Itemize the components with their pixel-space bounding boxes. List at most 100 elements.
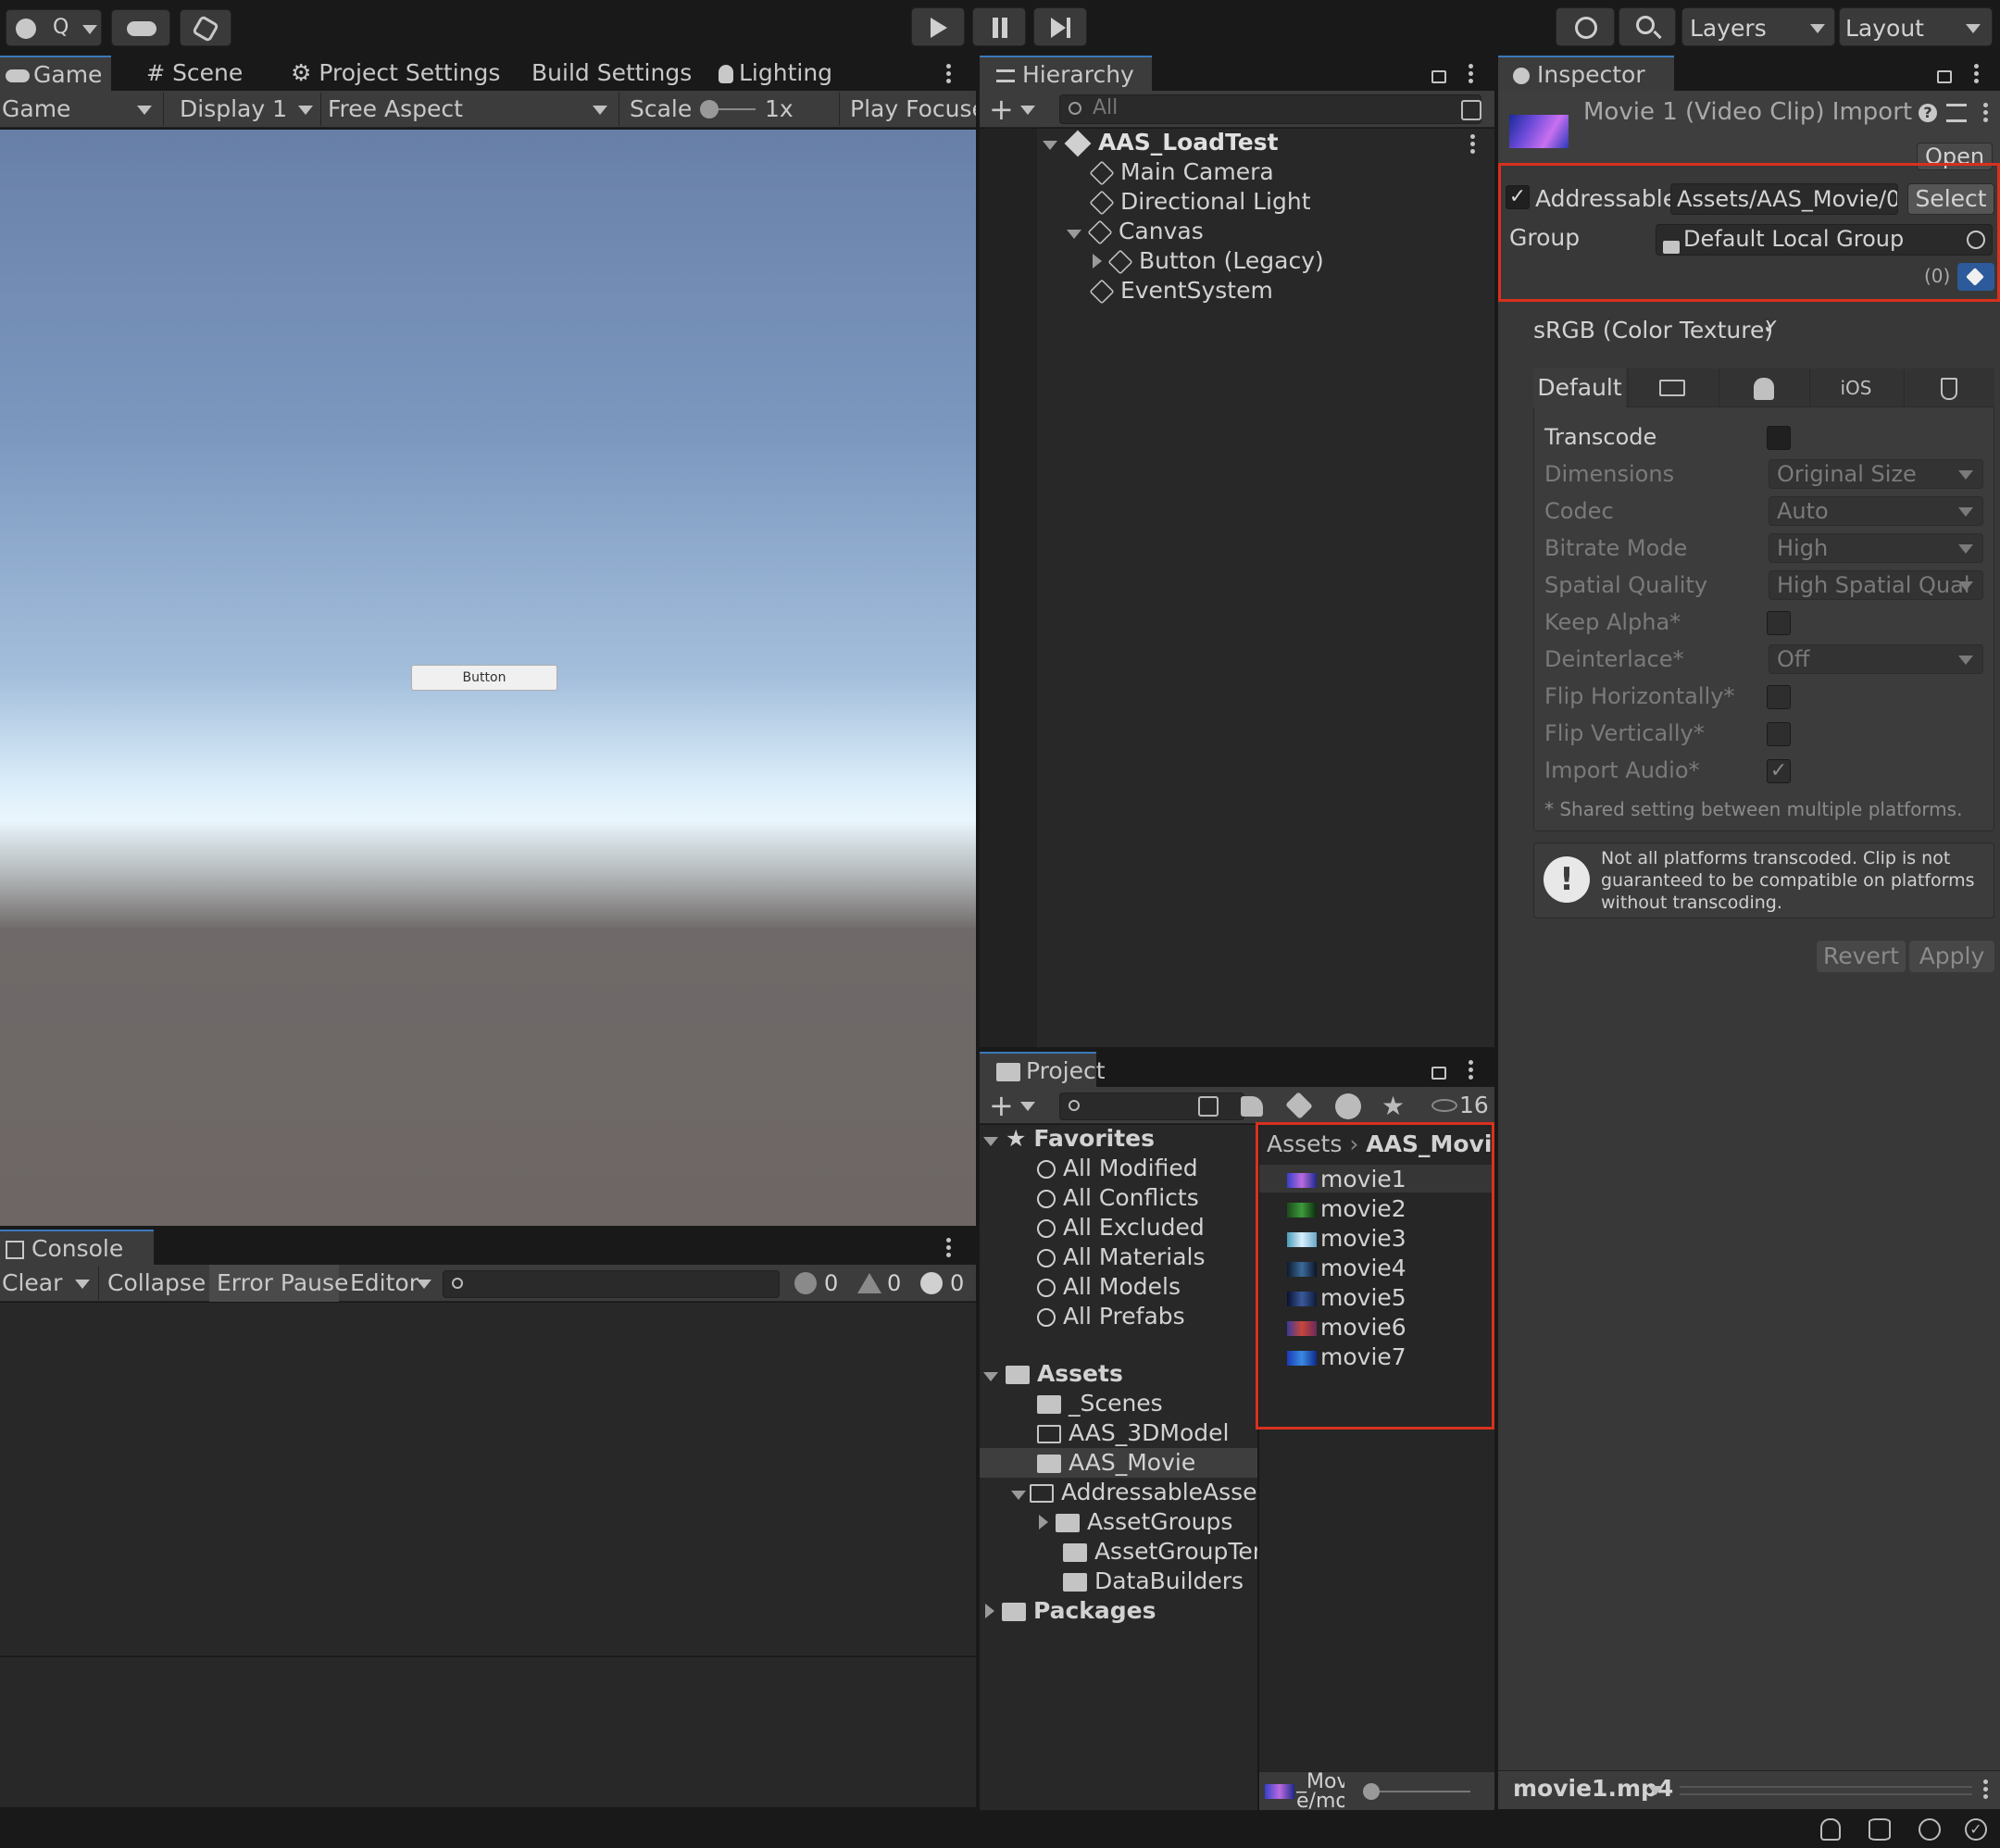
hierarchy-menu-icon[interactable] — [1469, 61, 1474, 86]
folder-scenes[interactable]: _Scenes — [1037, 1389, 1163, 1418]
favorite-all-materials[interactable]: All Materials — [1037, 1242, 1205, 1272]
codec-dropdown[interactable]: Auto — [1769, 496, 1983, 526]
folder-aas-movie[interactable]: AAS_Movie — [1037, 1448, 1195, 1478]
hierarchy-scene-row[interactable]: AAS_LoadTest — [1043, 128, 1487, 157]
favorite-all-models[interactable]: All Models — [1037, 1272, 1181, 1302]
console-search-input[interactable] — [443, 1270, 780, 1298]
favorites-header[interactable]: ★ Favorites — [983, 1124, 1155, 1154]
display-dropdown[interactable]: Display 1 — [180, 91, 319, 128]
hierarchy-item-button[interactable]: Button (Legacy) — [1093, 246, 1324, 276]
hierarchy-add-button[interactable]: + — [989, 91, 1014, 128]
tab-lighting[interactable]: Lighting — [713, 56, 832, 91]
tab-scene[interactable]: # Scene — [141, 56, 243, 91]
favorite-all-modified[interactable]: All Modified — [1037, 1154, 1198, 1183]
packages-folder-row[interactable]: Packages — [985, 1596, 1156, 1626]
folder-asset-groups[interactable]: AssetGroups — [1039, 1507, 1232, 1537]
play-button[interactable] — [911, 7, 965, 46]
scene-menu-icon[interactable] — [1470, 131, 1476, 156]
tab-project[interactable]: Project — [980, 1052, 1106, 1087]
tab-inspector[interactable]: Inspector — [1498, 56, 1674, 91]
chevron-down-icon[interactable] — [983, 1137, 998, 1146]
apply-button[interactable]: Apply — [1909, 941, 1994, 972]
favorite-all-conflicts[interactable]: All Conflicts — [1037, 1183, 1199, 1213]
deinterlace-dropdown[interactable]: Off — [1769, 644, 1983, 674]
history-button[interactable] — [1556, 7, 1615, 46]
hierarchy-item-main-camera[interactable]: Main Camera — [1089, 157, 1274, 187]
spatial-quality-dropdown[interactable]: High Spatial Qual — [1769, 570, 1983, 600]
zoom-slider[interactable] — [1369, 1791, 1470, 1792]
lock-icon[interactable] — [1431, 1067, 1446, 1080]
assets-folder-row[interactable]: Assets — [983, 1359, 1123, 1389]
help-icon[interactable]: ? — [1919, 104, 1937, 122]
revert-button[interactable]: Revert — [1817, 941, 1906, 972]
cloud-button[interactable] — [111, 9, 170, 46]
message-count-toggle[interactable]: 0 — [917, 1265, 969, 1302]
cache-server-icon[interactable] — [1869, 1818, 1891, 1841]
keep-alpha-checkbox[interactable] — [1767, 611, 1791, 635]
account-dropdown[interactable]: Q — [6, 9, 102, 46]
chevron-right-icon[interactable] — [985, 1604, 994, 1618]
platform-tab-default[interactable]: Default — [1533, 368, 1626, 407]
folder-aas-3dmodel[interactable]: AAS_3DModel — [1037, 1418, 1229, 1448]
chevron-down-icon[interactable] — [1067, 230, 1081, 239]
lock-icon[interactable] — [1937, 70, 1952, 83]
warning-count-toggle[interactable]: 0 — [854, 1265, 906, 1302]
folder-addressable-assets[interactable]: AddressableAssets — [1011, 1478, 1257, 1507]
layers-dropdown[interactable]: Layers — [1681, 7, 1835, 46]
scale-slider-handle[interactable] — [700, 100, 719, 119]
game-button[interactable]: Button — [411, 665, 557, 691]
tab-game[interactable]: Game — [0, 56, 111, 91]
lock-icon[interactable] — [1431, 70, 1446, 83]
tab-console[interactable]: Console — [0, 1230, 154, 1265]
project-menu-icon[interactable] — [1469, 1057, 1474, 1082]
play-focus-dropdown[interactable]: Play Focuse — [850, 91, 976, 128]
project-add-button[interactable]: + — [989, 1087, 1014, 1124]
error-count-toggle[interactable]: 0 — [791, 1265, 843, 1302]
star-icon[interactable]: ★ — [1381, 1091, 1405, 1121]
transcode-checkbox[interactable] — [1767, 426, 1791, 450]
filter-by-warning-icon[interactable] — [1335, 1093, 1361, 1119]
folder-data-builders[interactable]: DataBuilders — [1063, 1567, 1244, 1596]
editor-dropdown[interactable]: Editor — [350, 1265, 433, 1302]
scene-visibility-icon[interactable] — [1461, 100, 1481, 120]
bitrate-mode-dropdown[interactable]: High — [1769, 533, 1983, 563]
filter-by-label-icon[interactable] — [1285, 1092, 1313, 1119]
network-icon[interactable] — [1919, 1818, 1941, 1841]
flip-vertically-checkbox[interactable] — [1767, 722, 1791, 746]
console-detail-area[interactable] — [0, 1657, 976, 1807]
component-menu-icon[interactable] — [1983, 100, 1989, 125]
preview-menu-icon[interactable] — [1983, 1777, 1989, 1802]
import-audio-checkbox[interactable]: ✓ — [1767, 759, 1791, 783]
game-mode-dropdown[interactable]: Game — [2, 91, 159, 128]
hierarchy-search-input[interactable] — [1059, 94, 1481, 124]
preview-resize-handle[interactable] — [1680, 1786, 1972, 1795]
tab-project-settings[interactable]: ⚙ Project Settings — [285, 56, 500, 91]
presets-icon[interactable] — [1946, 104, 1967, 122]
dimensions-dropdown[interactable]: Original Size — [1769, 459, 1983, 489]
clear-button[interactable]: Clear — [2, 1265, 62, 1302]
layout-dropdown[interactable]: Layout — [1839, 7, 1993, 46]
console-menu-icon[interactable] — [946, 1235, 952, 1260]
folder-asset-group-templates[interactable]: AssetGroupTem — [1063, 1537, 1257, 1567]
game-panel-menu-icon[interactable] — [946, 61, 952, 86]
favorite-all-excluded[interactable]: All Excluded — [1037, 1213, 1205, 1242]
favorite-all-prefabs[interactable]: All Prefabs — [1037, 1302, 1185, 1331]
chevron-right-icon[interactable] — [1039, 1515, 1048, 1530]
console-log-area[interactable] — [0, 1303, 976, 1656]
chevron-down-icon[interactable] — [983, 1372, 998, 1381]
srgb-checkbox[interactable]: ✓ — [1759, 317, 1783, 341]
clear-options-icon[interactable] — [75, 1280, 90, 1289]
step-button[interactable] — [1033, 7, 1087, 46]
hierarchy-item-eventsystem[interactable]: EventSystem — [1089, 276, 1273, 306]
collapse-button[interactable]: Collapse — [107, 1265, 206, 1302]
filter-by-type-icon[interactable] — [1241, 1096, 1263, 1117]
game-view[interactable]: Button — [0, 130, 976, 1226]
tab-build-settings[interactable]: Build Settings — [526, 56, 692, 91]
inspector-menu-icon[interactable] — [1974, 61, 1980, 86]
platform-tab-ios[interactable]: iOS — [1809, 368, 1902, 407]
hierarchy-item-directional-light[interactable]: Directional Light — [1089, 187, 1311, 217]
search-scope-icon[interactable] — [1198, 1096, 1219, 1117]
zoom-slider-handle[interactable] — [1363, 1783, 1380, 1800]
chevron-down-icon[interactable] — [1043, 141, 1057, 150]
check-circle-icon[interactable]: ✓ — [1965, 1818, 1987, 1841]
